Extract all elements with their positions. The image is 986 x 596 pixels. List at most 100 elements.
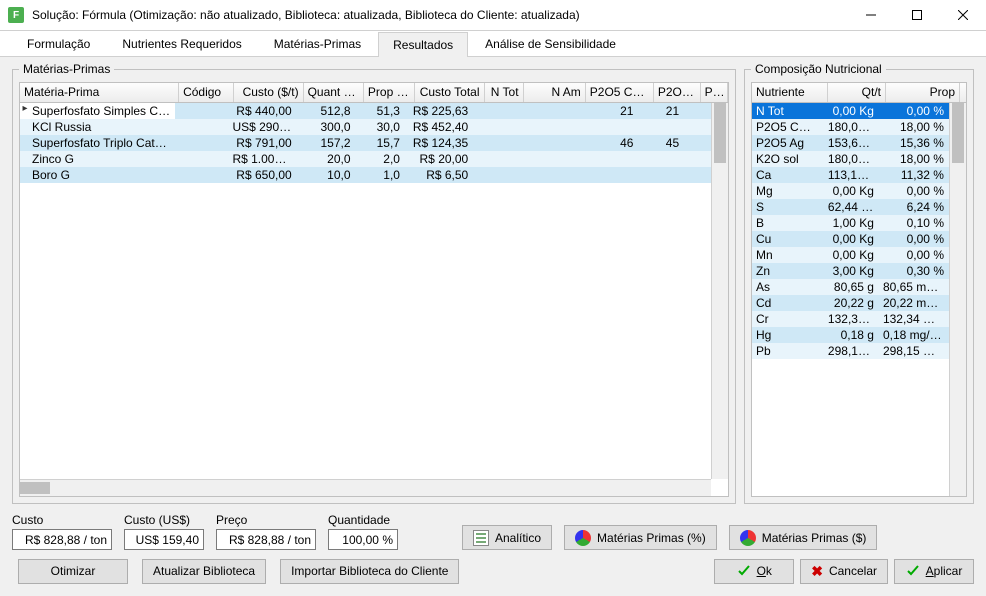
cancelar-button[interactable]: ✖Cancelar [800,559,888,584]
table-row[interactable]: S62,44 Kg6,24 % [752,199,949,215]
maximize-button[interactable] [894,0,940,30]
label-custo: Custo [12,513,112,527]
cell: Superfosfato Simples Copebrás [20,103,175,119]
col-header[interactable]: P2O5 ... [654,83,701,102]
col-header[interactable]: Qt/t [828,83,886,102]
composicao-vscroll[interactable] [949,103,966,496]
cell: 0,00 % [879,231,949,247]
minimize-button[interactable] [848,0,894,30]
cell: R$ 6,50 [405,167,473,183]
col-header[interactable]: P2O5 CNA... [586,83,654,102]
cell: 21 [638,103,684,119]
tab-an-lise-de-sensibilidade[interactable]: Análise de Sensibilidade [470,31,631,56]
table-row[interactable]: Superfosfato Simples CopebrásR$ 440,0051… [20,103,711,119]
tab-nutrientes-requeridos[interactable]: Nutrientes Requeridos [107,31,256,56]
col-header[interactable]: Prop (%) [364,83,415,102]
cell: 0,30 % [879,263,949,279]
aplicar-button[interactable]: Aplicar [894,559,974,584]
col-header[interactable]: Código [179,83,234,102]
cell [511,119,572,135]
table-row[interactable]: Cu0,00 Kg0,00 % [752,231,949,247]
tab-mat-rias-primas[interactable]: Matérias-Primas [259,31,376,56]
col-header[interactable]: Quant (Kg) [304,83,364,102]
cell [511,103,572,119]
cell: 3,00 Kg [824,263,879,279]
col-header[interactable]: P2O... [701,83,728,102]
table-row[interactable]: Ca113,15 Kg11,32 % [752,167,949,183]
atualizar-biblioteca-button[interactable]: Atualizar Biblioteca [142,559,266,584]
table-row[interactable]: Cd20,22 g20,22 mg/Kg [752,295,949,311]
tab-resultados[interactable]: Resultados [378,32,468,57]
cell [175,135,228,151]
col-header[interactable]: N Am [524,83,586,102]
table-row[interactable]: Hg0,18 g0,18 mg/Kg [752,327,949,343]
cell: 11,32 % [879,167,949,183]
table-row[interactable]: Pb298,15 g298,15 mg/Kg [752,343,949,359]
input-custo-us[interactable] [124,529,204,550]
table-row[interactable]: Zinco GR$ 1.000,0020,02,0R$ 20,00 [20,151,711,167]
cell: 2,0 [356,151,405,167]
table-row[interactable]: KCl RussiaUS$ 290,00300,030,0R$ 452,40 [20,119,711,135]
col-header[interactable]: Custo ($/t) [234,83,304,102]
input-preco[interactable] [216,529,316,550]
composicao-grid[interactable]: NutrienteQt/tProp N Tot0,00 Kg0,00 %P2O5… [751,82,967,497]
table-row[interactable]: N Tot0,00 Kg0,00 % [752,103,949,119]
cell: 180,00 Kg [824,151,879,167]
cell [473,103,511,119]
ok-button[interactable]: Ok [714,559,794,584]
cell [175,103,228,119]
cell [638,167,684,183]
x-icon: ✖ [811,563,823,580]
materias-dollar-button[interactable]: Matérias Primas ($) [729,525,878,550]
input-custo[interactable] [12,529,112,550]
materias-hscroll[interactable] [20,479,711,496]
table-row[interactable]: Zn3,00 Kg0,30 % [752,263,949,279]
cell: 0,00 % [879,183,949,199]
table-row[interactable]: P2O5 CNA+A180,00 Kg18,00 % [752,119,949,135]
analitico-button[interactable]: Analítico [462,525,552,550]
col-header[interactable]: Prop [886,83,960,102]
summary-fields: Custo Custo (US$) Preço Quantidade Analí… [12,510,974,550]
table-row[interactable]: Superfosfato Triplo CatalãoR$ 791,00157,… [20,135,711,151]
cell: 0,00 Kg [824,103,879,119]
table-row[interactable]: Boro GR$ 650,0010,01,0R$ 6,50 [20,167,711,183]
cell [684,151,711,167]
cell: Zn [752,263,824,279]
tab-formula-o[interactable]: Formulação [12,31,105,56]
table-row[interactable]: As80,65 g80,65 mg/Kg [752,279,949,295]
cell: R$ 440,00 [228,103,296,119]
cell: US$ 290,00 [228,119,296,135]
cell: 15,36 % [879,135,949,151]
cell: 18,00 % [879,119,949,135]
col-header[interactable]: Matéria-Prima [20,83,179,102]
cell: Hg [752,327,824,343]
close-button[interactable] [940,0,986,30]
cell: 1,0 [356,167,405,183]
table-row[interactable]: K2O sol180,00 Kg18,00 % [752,151,949,167]
otimizar-button[interactable]: Otimizar [18,559,128,584]
label-quantidade: Quantidade [328,513,398,527]
materias-vscroll[interactable] [711,103,728,479]
cell [684,119,711,135]
table-row[interactable]: Mg0,00 Kg0,00 % [752,183,949,199]
table-row[interactable]: Cr132,34 g132,34 mg/Kg [752,311,949,327]
table-row[interactable]: P2O5 Ag153,61 Kg15,36 % [752,135,949,151]
cell: 80,65 mg/Kg [879,279,949,295]
field-custo-us: Custo (US$) [124,513,204,550]
input-quantidade[interactable] [328,529,398,550]
cell: R$ 791,00 [228,135,296,151]
col-header[interactable]: Nutriente [752,83,828,102]
titlebar: F Solução: Fórmula (Otimização: não atua… [0,0,986,31]
materias-primas-grid[interactable]: Matéria-PrimaCódigoCusto ($/t)Quant (Kg)… [19,82,729,497]
cell [684,167,711,183]
cell: 1,00 Kg [824,215,879,231]
cell: R$ 20,00 [405,151,473,167]
cell: Cd [752,295,824,311]
cell: 0,10 % [879,215,949,231]
table-row[interactable]: B1,00 Kg0,10 % [752,215,949,231]
materias-percent-button[interactable]: Matérias Primas (%) [564,525,717,550]
importar-biblioteca-button[interactable]: Importar Biblioteca do Cliente [280,559,459,584]
table-row[interactable]: Mn0,00 Kg0,00 % [752,247,949,263]
col-header[interactable]: N Tot [485,83,524,102]
col-header[interactable]: Custo Total [415,83,485,102]
